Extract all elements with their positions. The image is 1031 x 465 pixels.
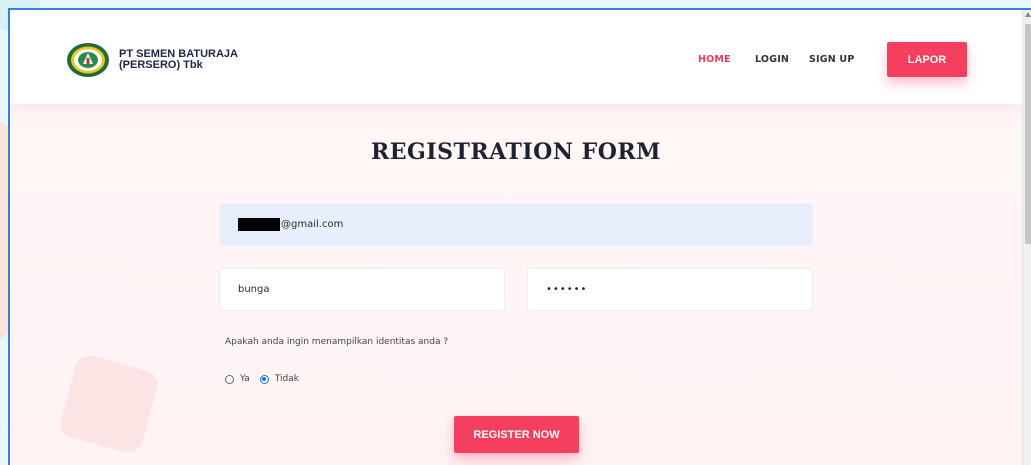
radio-tidak[interactable] [259, 374, 269, 384]
password-field[interactable] [527, 268, 813, 311]
redacted-text [238, 218, 280, 231]
lapor-button[interactable]: LAPOR [887, 42, 967, 77]
nav-home-link[interactable]: HOME [698, 54, 731, 65]
brand-line-2: (PERSERO) Tbk [119, 59, 203, 71]
page-title: REGISTRATION FORM [370, 139, 662, 165]
identity-question: Apakah anda ingin menampilkan identitas … [225, 337, 449, 347]
radio-ya[interactable] [225, 374, 234, 384]
registration-page: PT SEMEN BATURAJA (PERSERO) Tbk HOME LOG… [10, 10, 1022, 465]
navbar: PT SEMEN BATURAJA (PERSERO) Tbk HOME LOG… [10, 10, 1022, 104]
radio-ya-label[interactable]: Ya [240, 374, 250, 384]
brand-name: PT SEMEN BATURAJA (PERSERO) Tbk [119, 49, 238, 71]
email-value: @gmail.com [281, 219, 344, 230]
username-field[interactable] [219, 268, 505, 311]
email-field[interactable]: @gmail.com [219, 203, 813, 246]
semen-baturaja-logo-icon[interactable] [65, 41, 111, 79]
browser-viewport: PT SEMEN BATURAJA (PERSERO) Tbk HOME LOG… [8, 8, 1031, 465]
identity-radio-group: Ya Tidak [225, 374, 309, 384]
scrollbar-thumb[interactable] [1025, 24, 1031, 244]
radio-tidak-label[interactable]: Tidak [275, 374, 299, 384]
decorative-square [57, 352, 161, 456]
vertical-scrollbar[interactable] [1022, 10, 1031, 465]
nav-signup-link[interactable]: SIGN UP [809, 54, 855, 65]
nav-login-link[interactable]: LOGIN [755, 54, 789, 65]
scroll-up-arrow-icon[interactable] [1025, 12, 1031, 17]
register-now-button[interactable]: REGISTER NOW [454, 416, 579, 453]
